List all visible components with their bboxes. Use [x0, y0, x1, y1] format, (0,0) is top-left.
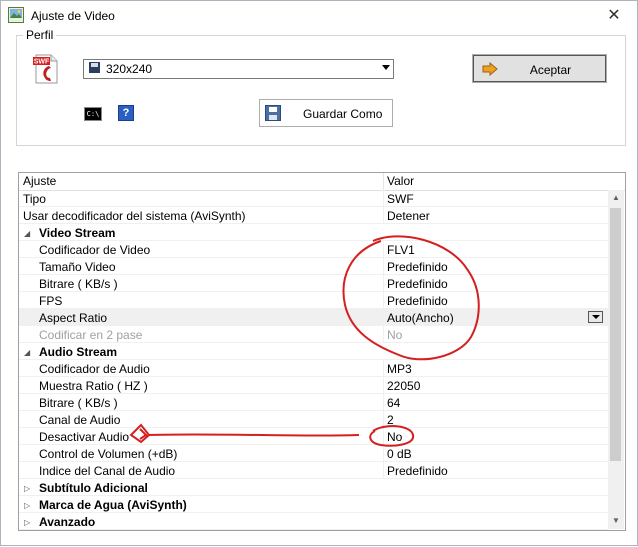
- category-name: Marca de Agua (AviSynth): [39, 498, 187, 512]
- help-icon[interactable]: ?: [118, 105, 134, 121]
- property-grid: Ajuste Valor Tipo SWF Usar decodificador …: [18, 172, 626, 531]
- close-button[interactable]: ✕: [591, 1, 637, 31]
- property-row[interactable]: Bitrare ( KB/s ) Predefinido: [19, 275, 608, 292]
- category-name: Video Stream: [39, 226, 116, 240]
- command-prompt-icon[interactable]: C:\: [84, 107, 102, 121]
- category-row[interactable]: ◢ Video Stream: [19, 224, 608, 241]
- property-row[interactable]: Codificador de Audio MP3: [19, 360, 608, 377]
- category-name: Subtítulo Adicional: [39, 481, 148, 495]
- vertical-scrollbar[interactable]: ▲ ▼: [608, 190, 624, 529]
- video-settings-window: Ajuste de Video ✕ Perfil SWF 320x240 Ace…: [0, 0, 638, 546]
- column-divider[interactable]: [383, 173, 384, 190]
- property-name: FPS: [39, 294, 63, 308]
- property-row[interactable]: Muestra Ratio ( HZ ) 22050: [19, 377, 608, 394]
- property-name: Codificador de Audio: [39, 362, 150, 376]
- property-value[interactable]: MP3: [387, 362, 412, 376]
- property-name: Muestra Ratio ( HZ ): [39, 379, 148, 393]
- scrollbar-thumb[interactable]: [610, 208, 621, 461]
- category-row[interactable]: ▷ Avanzado: [19, 513, 608, 530]
- app-icon: [8, 7, 24, 23]
- property-value[interactable]: No: [387, 430, 402, 444]
- category-name: Audio Stream: [39, 345, 118, 359]
- property-value: No: [387, 328, 403, 342]
- accept-button-label: Aceptar: [529, 63, 572, 77]
- value-dropdown-button[interactable]: [588, 311, 603, 323]
- category-row[interactable]: ▷ Subtítulo Adicional: [19, 479, 608, 496]
- save-as-button-label: Guardar Como: [303, 107, 383, 121]
- property-value[interactable]: 0 dB: [387, 447, 412, 461]
- expand-triangle-icon[interactable]: ▷: [24, 501, 30, 510]
- property-name: Bitrare ( KB/s ): [39, 277, 118, 291]
- floppy-disk-icon: [89, 62, 100, 73]
- property-value[interactable]: Detener: [387, 209, 430, 223]
- profile-dropdown[interactable]: 320x240: [83, 59, 394, 79]
- profile-dropdown-value: 320x240: [106, 62, 153, 76]
- property-grid-header: Ajuste Valor: [19, 173, 625, 191]
- property-row[interactable]: FPS Predefinido: [19, 292, 608, 309]
- expand-triangle-icon[interactable]: ▷: [24, 484, 30, 493]
- category-row[interactable]: ▷ Marca de Agua (AviSynth): [19, 496, 608, 513]
- swf-badge-text: SWF: [34, 59, 50, 66]
- property-row[interactable]: Tamaño Video Predefinido: [19, 258, 608, 275]
- property-name: Tipo: [23, 192, 46, 206]
- scroll-up-icon[interactable]: ▲: [608, 190, 624, 206]
- expand-triangle-icon[interactable]: ▷: [24, 518, 30, 527]
- swf-file-icon: SWF: [33, 54, 58, 84]
- save-as-button[interactable]: Guardar Como: [259, 99, 393, 127]
- column-header-setting[interactable]: Ajuste: [23, 174, 56, 188]
- property-name: Indice del Canal de Audio: [39, 464, 176, 478]
- property-value[interactable]: 22050: [387, 379, 420, 393]
- property-name: Usar decodificador del sistema (AviSynth…: [23, 209, 246, 223]
- column-header-value[interactable]: Valor: [387, 174, 414, 188]
- property-name: Codificar en 2 pase: [39, 328, 143, 342]
- category-name: Avanzado: [39, 515, 96, 529]
- category-row[interactable]: ◢ Audio Stream: [19, 343, 608, 360]
- property-value[interactable]: Predefinido: [387, 464, 448, 478]
- property-value[interactable]: 64: [387, 396, 400, 410]
- property-value[interactable]: Predefinido: [387, 294, 448, 308]
- property-row[interactable]: Indice del Canal de Audio Predefinido: [19, 462, 608, 479]
- property-value[interactable]: Auto(Ancho): [387, 311, 454, 325]
- property-row[interactable]: Tipo SWF: [19, 190, 608, 207]
- title-bar: Ajuste de Video ✕: [1, 1, 637, 31]
- property-name: Canal de Audio: [39, 413, 121, 427]
- property-row[interactable]: Bitrare ( KB/s ) 64: [19, 394, 608, 411]
- property-row[interactable]: Usar decodificador del sistema (AviSynth…: [19, 207, 608, 224]
- property-row-disabled: Codificar en 2 pase No: [19, 326, 608, 343]
- scroll-down-icon[interactable]: ▼: [608, 513, 624, 529]
- property-value[interactable]: Predefinido: [387, 277, 448, 291]
- property-row[interactable]: Codificador de Video FLV1: [19, 241, 608, 258]
- property-name: Control de Volumen (+dB): [39, 447, 178, 461]
- chevron-down-icon: [382, 65, 390, 70]
- collapse-triangle-icon[interactable]: ◢: [24, 348, 30, 357]
- property-rows: Tipo SWF Usar decodificador del sistema (…: [19, 190, 608, 530]
- property-value[interactable]: Predefinido: [387, 260, 448, 274]
- save-icon: [265, 105, 281, 121]
- property-name: Desactivar Audio: [39, 430, 130, 444]
- profile-group: [16, 35, 626, 146]
- property-row[interactable]: Desactivar Audio No: [19, 428, 608, 445]
- property-value[interactable]: 2: [387, 413, 394, 427]
- accept-button[interactable]: Aceptar: [472, 54, 607, 83]
- window-title: Ajuste de Video: [31, 9, 115, 23]
- property-name: Bitrare ( KB/s ): [39, 396, 118, 410]
- property-value[interactable]: SWF: [387, 192, 414, 206]
- property-value[interactable]: FLV1: [387, 243, 415, 257]
- property-name: Tamaño Video: [39, 260, 116, 274]
- collapse-triangle-icon[interactable]: ◢: [24, 229, 30, 238]
- profile-group-label: Perfil: [23, 28, 57, 42]
- property-name: Codificador de Video: [39, 243, 151, 257]
- property-row[interactable]: Control de Volumen (+dB) 0 dB: [19, 445, 608, 462]
- property-row-selected[interactable]: Aspect Ratio Auto(Ancho): [19, 309, 608, 326]
- property-row[interactable]: Canal de Audio 2: [19, 411, 608, 428]
- property-name: Aspect Ratio: [39, 311, 108, 325]
